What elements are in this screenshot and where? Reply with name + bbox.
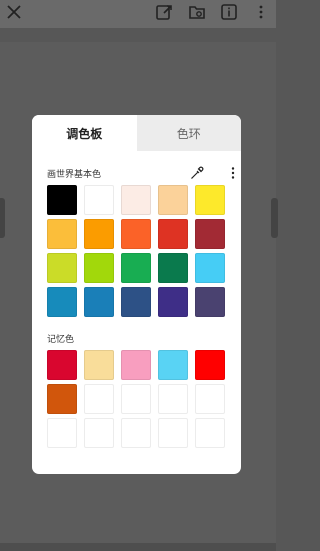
edit-export-icon[interactable] [155,3,173,21]
memory-color-empty-slot[interactable] [121,384,151,414]
color-picker-dialog: 调色板 色环 画世界基本色 记忆色 [32,115,241,474]
eyedropper-icon[interactable] [190,166,204,180]
color-swatch[interactable] [195,185,225,215]
memory-color-empty-slot[interactable] [195,384,225,414]
color-swatch[interactable] [195,253,225,283]
memory-color-swatch[interactable] [47,384,77,414]
color-swatch[interactable] [195,219,225,249]
close-icon[interactable] [5,3,23,21]
color-swatch[interactable] [158,219,188,249]
right-panel-handle[interactable] [271,198,278,238]
memory-color-empty-slot[interactable] [84,418,114,448]
color-swatch[interactable] [47,287,77,317]
info-icon[interactable] [220,3,238,21]
palette-title: 画世界基本色 [47,169,102,180]
color-swatch[interactable] [121,253,151,283]
color-swatch[interactable] [47,185,77,215]
color-swatch[interactable] [84,185,114,215]
memory-color-empty-slot[interactable] [195,418,225,448]
memory-color-swatch[interactable] [195,350,225,380]
top-toolbar [0,0,276,28]
memory-color-swatch[interactable] [158,350,188,380]
memory-color-grid [47,350,225,448]
memory-color-swatch[interactable] [47,350,77,380]
tab-palette[interactable]: 调色板 [32,115,137,151]
color-swatch[interactable] [121,219,151,249]
color-swatch[interactable] [158,287,188,317]
color-swatch[interactable] [84,253,114,283]
tab-color-wheel[interactable]: 色环 [136,115,241,151]
color-swatch[interactable] [195,287,225,317]
memory-header: 记忆色 [47,330,229,346]
color-swatch[interactable] [84,287,114,317]
left-panel-handle[interactable] [0,198,5,238]
color-swatch[interactable] [121,185,151,215]
color-swatch[interactable] [158,253,188,283]
color-swatch[interactable] [47,219,77,249]
more-vertical-icon[interactable] [252,3,270,21]
memory-color-empty-slot[interactable] [84,384,114,414]
image-folder-icon[interactable] [188,3,206,21]
basic-color-grid [47,185,225,317]
color-swatch[interactable] [121,287,151,317]
memory-color-empty-slot[interactable] [158,384,188,414]
memory-color-empty-slot[interactable] [47,418,77,448]
color-swatch[interactable] [158,185,188,215]
memory-color-swatch[interactable] [84,350,114,380]
color-swatch[interactable] [84,219,114,249]
memory-color-swatch[interactable] [121,350,151,380]
memory-color-empty-slot[interactable] [121,418,151,448]
bottom-strip [0,543,276,551]
color-swatch[interactable] [47,253,77,283]
memory-color-empty-slot[interactable] [158,418,188,448]
color-tabs: 调色板 色环 [32,115,241,151]
memory-title: 记忆色 [47,334,75,345]
more-options-icon[interactable] [226,166,240,180]
palette-header: 画世界基本色 [47,165,235,181]
